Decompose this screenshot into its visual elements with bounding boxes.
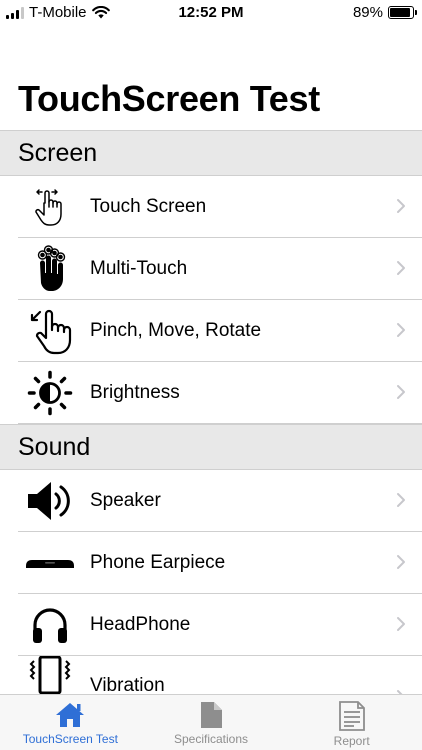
row-phone-earpiece[interactable]: Phone Earpiece [0,532,422,594]
row-label: Touch Screen [90,196,207,217]
brightness-icon [18,362,82,424]
document-icon [201,702,222,728]
page-title: TouchScreen Test [18,78,320,119]
row-headphone[interactable]: HeadPhone [0,594,422,656]
row-label: Vibration [90,675,165,696]
tab-specifications[interactable]: Specifications [141,695,282,750]
row-label: Multi-Touch [90,258,188,279]
battery-icon [388,6,417,19]
row-label: HeadPhone [90,614,191,635]
status-bar: T-Mobile 12:52 PM 89% [0,0,422,26]
tab-label: TouchScreen Test [22,732,118,746]
row-touch-screen[interactable]: Touch Screen [0,176,422,238]
earpiece-icon [18,532,82,594]
row-brightness[interactable]: Brightness [0,362,422,424]
row-multi-touch[interactable]: Multi-Touch [0,238,422,300]
pinch-icon [18,300,82,362]
row-pinch-move-rotate[interactable]: Pinch, Move, Rotate [0,300,422,362]
tab-report[interactable]: Report [281,695,422,750]
row-label: Speaker [90,490,161,511]
home-icon [56,703,85,727]
chevron-right-icon [397,261,405,275]
chevron-right-icon [397,323,405,337]
chevron-right-icon [397,555,405,569]
section-header-sound: Sound [0,424,422,470]
multi-touch-icon [18,238,82,300]
battery-info: 89% [352,4,417,21]
chevron-right-icon [397,385,405,399]
test-list: Screen Touch Screen Multi-Touch Pinch, M… [0,130,422,696]
row-speaker[interactable]: Speaker [0,470,422,532]
tab-bar: TouchScreen Test Specifications Report [0,694,422,750]
row-label: Brightness [90,382,180,403]
chevron-right-icon [397,199,405,213]
battery-percent: 89% [352,4,383,21]
tab-touchscreen-test[interactable]: TouchScreen Test [0,695,141,750]
vibration-icon [18,656,82,696]
speaker-icon [18,470,82,532]
chevron-right-icon [397,493,405,507]
tab-label: Specifications [173,732,249,746]
section-header-screen: Screen [0,130,422,176]
report-icon [338,701,365,731]
tab-label: Report [333,734,370,748]
headphone-icon [18,594,82,656]
chevron-right-icon [397,617,405,631]
row-label: Pinch, Move, Rotate [90,320,262,341]
touch-screen-icon [18,176,82,238]
row-vibration[interactable]: Vibration [0,656,422,696]
row-label: Phone Earpiece [90,552,226,573]
